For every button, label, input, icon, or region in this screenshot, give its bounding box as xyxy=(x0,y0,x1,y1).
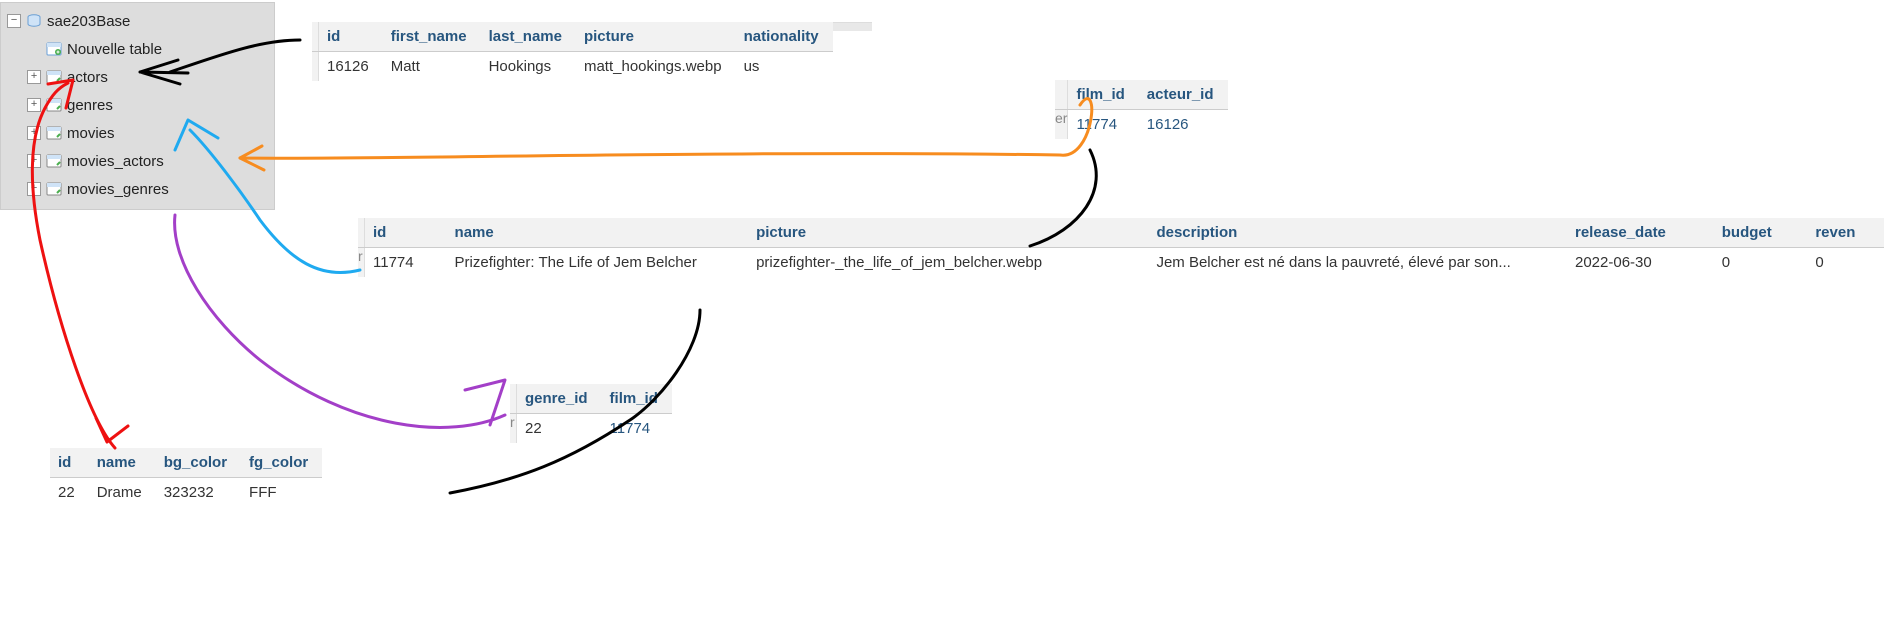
actors-table-wrap: id first_name last_name picture national… xyxy=(312,22,872,31)
cell-acteur-id: 16126 xyxy=(1139,110,1228,140)
annotation-overlay xyxy=(0,0,1884,642)
movies-actors-table: film_id acteur_id er 11774 16126 xyxy=(1055,80,1228,139)
table-icon xyxy=(45,153,63,169)
tree-item-movies[interactable]: + movies xyxy=(1,119,274,147)
col-fg-color[interactable]: fg_color xyxy=(241,448,322,478)
table-row[interactable]: 22 Drame 323232 FFF xyxy=(50,478,322,508)
tree-item-genres[interactable]: + genres xyxy=(1,91,274,119)
db-tree: − sae203Base Nouvelle table + actors + xyxy=(0,2,275,210)
cell-film-id: 11774 xyxy=(602,414,672,444)
col-genre-id[interactable]: genre_id xyxy=(517,384,602,414)
expand-icon[interactable]: + xyxy=(27,126,41,140)
col-name[interactable]: name xyxy=(89,448,156,478)
expand-icon[interactable]: + xyxy=(27,70,41,84)
table-row[interactable]: 16126 Matt Hookings matt_hookings.webp u… xyxy=(312,52,833,82)
genres-table: id name bg_color fg_color 22 Drame 32323… xyxy=(50,448,322,507)
col-picture[interactable]: picture xyxy=(748,218,1148,248)
clipped-text: r xyxy=(510,414,515,430)
cell-revenue: 0 xyxy=(1807,248,1884,278)
expand-icon[interactable]: + xyxy=(27,98,41,112)
spacer-icon xyxy=(27,42,41,56)
tree-item-label: movies xyxy=(67,125,115,142)
table-header-row: film_id acteur_id xyxy=(1055,80,1228,110)
cell-id: 11774 xyxy=(365,248,447,278)
col-name[interactable]: name xyxy=(447,218,749,248)
col-id[interactable]: id xyxy=(50,448,89,478)
database-icon xyxy=(25,13,43,29)
cell-picture: matt_hookings.webp xyxy=(576,52,736,82)
col-nationality[interactable]: nationality xyxy=(736,22,833,52)
tree-item-label: movies_actors xyxy=(67,153,164,170)
col-budget[interactable]: budget xyxy=(1714,218,1808,248)
edge-col: er xyxy=(1055,110,1068,140)
table-header-row: id name picture description release_date… xyxy=(358,218,1884,248)
col-film-id[interactable]: film_id xyxy=(1068,80,1139,110)
table-icon xyxy=(45,97,63,113)
table-row[interactable]: r 22 11774 xyxy=(510,414,672,444)
cell-name: Prizefighter: The Life of Jem Belcher xyxy=(447,248,749,278)
table-header-row: id first_name last_name picture national… xyxy=(312,22,833,52)
col-description[interactable]: description xyxy=(1148,218,1567,248)
col-id[interactable]: id xyxy=(319,22,383,52)
clipped-text: r xyxy=(358,248,363,264)
tree-item-label: actors xyxy=(67,69,108,86)
tree-item-actors[interactable]: + actors xyxy=(1,63,274,91)
table-icon xyxy=(45,125,63,141)
table-icon xyxy=(45,181,63,197)
tree-item-movies-genres[interactable]: + movies_genres xyxy=(1,175,274,203)
db-name-label: sae203Base xyxy=(47,13,130,30)
cell-nationality: us xyxy=(736,52,833,82)
table-row[interactable]: r 11774 Prizefighter: The Life of Jem Be… xyxy=(358,248,1884,278)
col-release-date[interactable]: release_date xyxy=(1567,218,1714,248)
movies-table: id name picture description release_date… xyxy=(358,218,1884,277)
cell-release-date: 2022-06-30 xyxy=(1567,248,1714,278)
tree-item-label: genres xyxy=(67,97,113,114)
new-table-label: Nouvelle table xyxy=(67,41,162,58)
edge-col xyxy=(1055,80,1068,110)
table-row[interactable]: er 11774 16126 xyxy=(1055,110,1228,140)
cell-picture: prizefighter-_the_life_of_jem_belcher.we… xyxy=(748,248,1148,278)
expand-icon[interactable]: + xyxy=(27,182,41,196)
table-header-row: genre_id film_id xyxy=(510,384,672,414)
tree-item-movies-actors[interactable]: + movies_actors xyxy=(1,147,274,175)
expand-icon[interactable]: + xyxy=(27,154,41,168)
table-icon xyxy=(45,69,63,85)
col-film-id[interactable]: film_id xyxy=(602,384,672,414)
tree-item-label: movies_genres xyxy=(67,181,169,198)
movies-genres-table: genre_id film_id r 22 11774 xyxy=(510,384,672,443)
actors-table: id first_name last_name picture national… xyxy=(312,22,833,81)
clipped-text: er xyxy=(1055,110,1067,126)
cell-fg-color: FFF xyxy=(241,478,322,508)
tree-new-table[interactable]: Nouvelle table xyxy=(1,35,274,63)
collapse-icon[interactable]: − xyxy=(7,14,21,28)
movies-table-wrap: id name picture description release_date… xyxy=(358,218,1884,227)
cell-first-name: Matt xyxy=(383,52,481,82)
cell-bg-color: 323232 xyxy=(156,478,241,508)
cell-last-name: Hookings xyxy=(481,52,576,82)
col-picture[interactable]: picture xyxy=(576,22,736,52)
col-first-name[interactable]: first_name xyxy=(383,22,481,52)
cell-budget: 0 xyxy=(1714,248,1808,278)
col-revenue[interactable]: reven xyxy=(1807,218,1884,248)
tree-db-root[interactable]: − sae203Base xyxy=(1,7,274,35)
col-id[interactable]: id xyxy=(365,218,447,248)
col-last-name[interactable]: last_name xyxy=(481,22,576,52)
col-bg-color[interactable]: bg_color xyxy=(156,448,241,478)
cell-film-id: 11774 xyxy=(1068,110,1139,140)
cell-id: 16126 xyxy=(319,52,383,82)
cell-genre-id: 22 xyxy=(517,414,602,444)
cell-id: 22 xyxy=(50,478,89,508)
table-header-row: id name bg_color fg_color xyxy=(50,448,322,478)
new-table-icon xyxy=(45,41,63,57)
cell-description: Jem Belcher est né dans la pauvreté, éle… xyxy=(1148,248,1567,278)
col-acteur-id[interactable]: acteur_id xyxy=(1139,80,1228,110)
cell-name: Drame xyxy=(89,478,156,508)
